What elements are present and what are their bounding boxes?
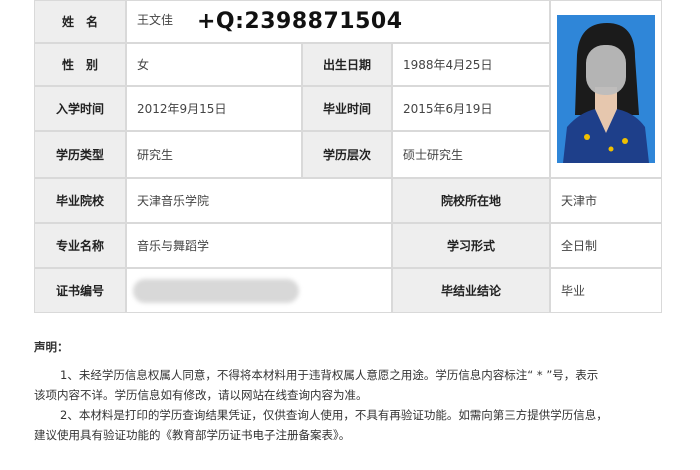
declaration-p1-line1: 1、未经学历信息权属人同意，不得将本材料用于违背权属人意愿之用途。学历信息内容标… [60,368,599,382]
study-mode-value: 全日制 [550,223,662,268]
degree-type-value: 研究生 [126,131,302,178]
conclusion-label: 毕结业结论 [392,268,550,313]
contact-watermark: +Q:2398871504 [197,9,403,34]
declaration-p1-line2: 该项内容不详。学历信息如有修改，请以网站在线查询内容为准。 [34,388,368,402]
graduate-label: 毕业时间 [302,86,392,131]
school-location-value: 天津市 [550,178,662,223]
enroll-label: 入学时间 [34,86,126,131]
degree-level-label: 学历层次 [302,131,392,178]
student-photo-cell [550,0,662,178]
study-mode-label: 学习形式 [392,223,550,268]
degree-level-value: 硕士研究生 [392,131,550,178]
conclusion-value: 毕业 [550,268,662,313]
enroll-value: 2012年9月15日 [126,86,302,131]
student-info-table: 姓 名 王文佳 性 别 女 出生日期 1988年4月25日 入学时间 2012年… [34,0,662,313]
gender-label: 性 别 [34,43,126,86]
graduate-value: 2015年6月19日 [392,86,550,131]
school-value: 天津音乐学院 [126,178,392,223]
cert-no-redaction [133,279,299,303]
declaration: 声明： 1、未经学历信息权属人同意，不得将本材料用于违背权属人意愿之用途。学历信… [34,339,674,445]
cert-no-label: 证书编号 [34,268,126,313]
major-value: 音乐与舞蹈学 [126,223,392,268]
declaration-title: 声明： [34,340,69,354]
gender-value: 女 [126,43,302,86]
birth-value: 1988年4月25日 [392,43,550,86]
major-label: 专业名称 [34,223,126,268]
cert-no-value [126,268,392,313]
student-photo [557,15,655,163]
school-label: 毕业院校 [34,178,126,223]
declaration-p2-line2: 建议使用具有验证功能的《教育部学历证书电子注册备案表》。 [34,428,351,442]
declaration-p2-line1: 2、本材料是打印的学历查询结果凭证，仅供查询人使用，不具有再验证功能。如需向第三… [60,408,608,422]
degree-type-label: 学历类型 [34,131,126,178]
name-label: 姓 名 [34,0,126,43]
birth-label: 出生日期 [302,43,392,86]
school-location-label: 院校所在地 [392,178,550,223]
